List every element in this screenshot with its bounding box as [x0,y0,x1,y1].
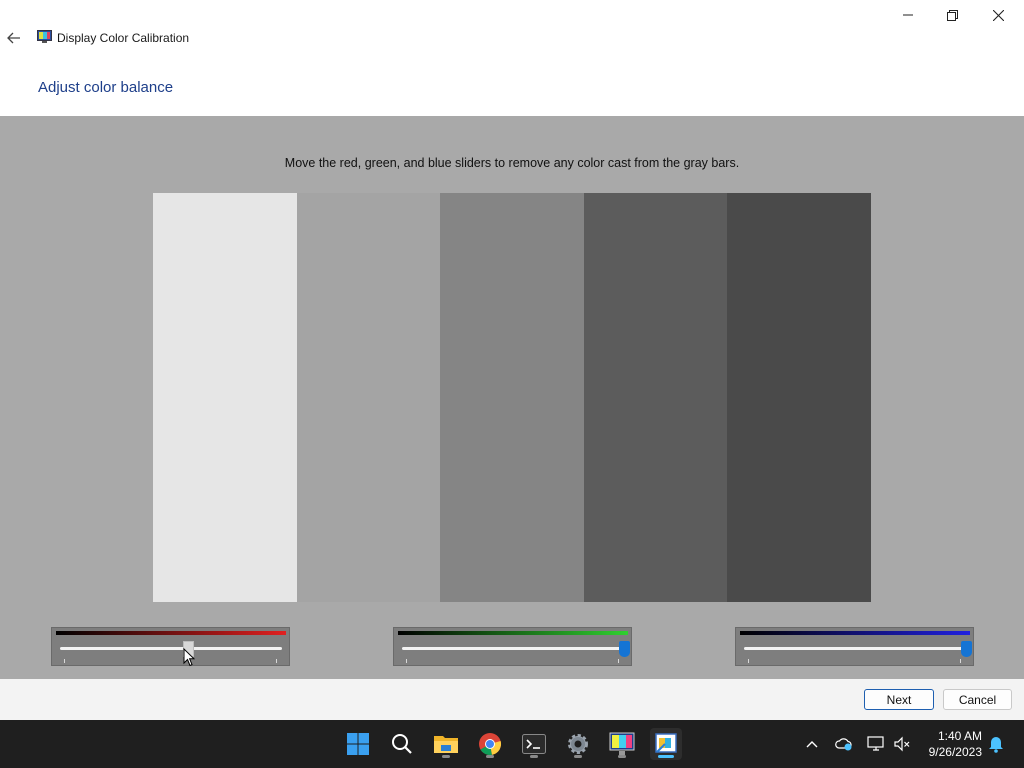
clock-date: 9/26/2023 [928,745,982,759]
gray-bar [440,193,584,602]
onedrive-icon [835,738,852,751]
running-indicator [618,755,626,758]
cancel-button[interactable]: Cancel [943,689,1012,710]
chrome-icon [479,733,502,756]
taskbar-settings[interactable] [562,728,594,760]
settings-icon [568,734,588,754]
windows-start-icon [347,733,369,755]
taskbar-color-management[interactable] [650,728,682,760]
minimize-button[interactable] [888,2,928,28]
volume-tray[interactable] [892,734,912,754]
running-indicator [574,755,582,758]
calibration-area: Move the red, green, and blue sliders to… [0,116,1024,679]
monitor-calibration-icon [37,30,52,44]
window-title: Display Color Calibration [57,31,190,45]
file-explorer-icon [434,736,458,753]
active-indicator [658,755,674,758]
green-slider-panel [393,627,632,666]
volume-muted-icon [894,736,910,752]
network-tray[interactable] [866,734,886,754]
running-indicator [442,755,450,758]
notification-button[interactable] [986,734,1006,754]
gray-bar [296,193,441,602]
wizard-footer: Next Cancel [0,679,1024,720]
chevron-up-icon [806,741,818,748]
show-hidden-icons-button[interactable] [802,734,822,754]
gray-bar [153,193,297,602]
bell-icon [989,737,1003,753]
blue-slider-track[interactable] [744,647,966,650]
start-button[interactable] [342,728,374,760]
slider-tick [748,659,749,663]
gray-bar [727,193,871,602]
page-heading: Adjust color balance [38,79,174,96]
red-slider-track[interactable] [60,647,282,650]
blue-slider-panel [735,627,974,666]
taskbar: 1:40 AM 9/26/2023 [0,720,1024,768]
slider-tick [618,659,619,663]
restore-button[interactable] [932,2,972,28]
restore-icon [946,9,958,21]
red-gradient-strip [56,631,286,635]
clock-time: 1:40 AM [937,729,982,743]
slider-tick [276,659,277,663]
taskbar-clock[interactable]: 1:40 AM 9/26/2023 [918,728,982,760]
taskbar-chrome[interactable] [474,728,506,760]
slider-tick [406,659,407,663]
terminal-icon [522,734,546,754]
gray-bar [583,193,728,602]
minimize-icon [903,14,913,16]
green-slider-track[interactable] [402,647,624,650]
running-indicator [530,755,538,758]
back-arrow-icon [7,32,20,44]
green-slider-thumb[interactable] [618,641,630,657]
slider-tick [64,659,65,663]
network-icon [867,736,884,751]
close-icon [992,9,1004,21]
instruction-text: Move the red, green, and blue sliders to… [284,156,740,170]
taskbar-display-calibration[interactable] [606,728,638,760]
blue-gradient-strip [740,631,970,635]
back-button[interactable] [4,28,24,48]
green-gradient-strip [398,631,628,635]
slider-tick [960,659,961,663]
taskbar-terminal[interactable] [518,728,550,760]
blue-slider-thumb[interactable] [960,641,972,657]
running-indicator [486,755,494,758]
red-slider-panel [51,627,290,666]
close-button[interactable] [978,2,1018,28]
onedrive-tray[interactable] [834,734,854,754]
display-calibration-icon [609,732,635,755]
search-icon [392,734,412,754]
taskbar-file-explorer[interactable] [430,728,462,760]
gray-bars [153,193,871,602]
color-management-icon [655,733,677,753]
next-button[interactable]: Next [864,689,934,710]
title-bar: Display Color Calibration [0,0,1024,64]
taskbar-search[interactable] [386,728,418,760]
mouse-cursor-icon [183,648,195,667]
